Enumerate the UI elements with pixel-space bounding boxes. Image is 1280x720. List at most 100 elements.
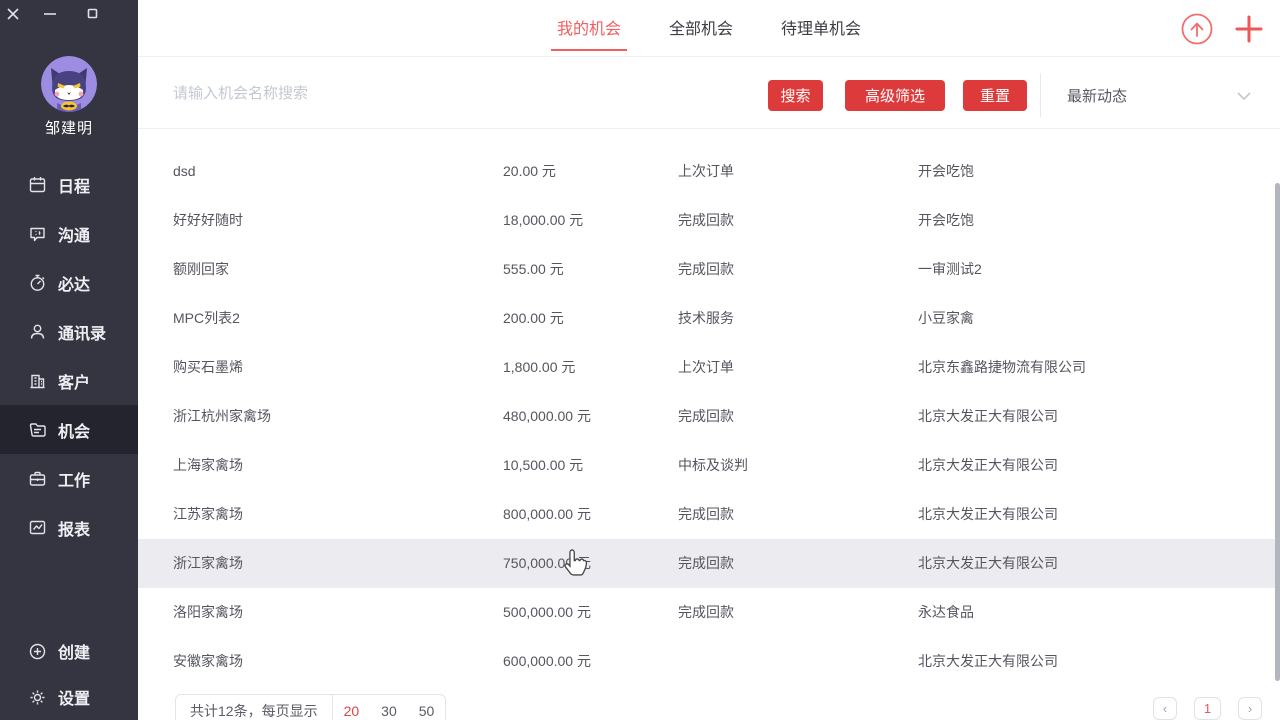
page-size-30[interactable]: 30 xyxy=(370,703,408,719)
table-row[interactable]: 江苏家禽场800,000.00 元完成回款北京大发正大有限公司 xyxy=(138,490,1280,539)
table-row[interactable]: MPC列表2200.00 元技术服务小豆家禽 xyxy=(138,294,1280,343)
pagination-bar: 共计12条，每页显示 20 30 50 ‹ 1 › xyxy=(138,690,1280,720)
sidebar-item-label: 创建 xyxy=(58,639,90,663)
opportunity-name: 上海家禽场 xyxy=(173,441,473,490)
add-icon[interactable] xyxy=(1234,14,1264,44)
opportunity-company: 北京东鑫路捷物流有限公司 xyxy=(918,343,1248,392)
table-row[interactable]: 上海家禽场10,500.00 元中标及谈判北京大发正大有限公司 xyxy=(138,441,1280,490)
sidebar-item-create[interactable]: 创建 xyxy=(0,628,138,674)
opportunity-company: 小豆家禽 xyxy=(918,294,1248,343)
table-row[interactable]: 浙江家禽场 750,000.00 元完成回款北京大发正大有限公司 xyxy=(138,539,1280,588)
opportunity-stage: 完成回款 xyxy=(678,392,878,441)
opportunity-amount: 555.00 元 xyxy=(503,245,663,294)
sidebar-item-settings[interactable]: 设置 xyxy=(0,674,138,720)
tab-pending-opportunities[interactable]: 待理单机会 xyxy=(779,15,863,43)
sidebar-item-label: 客户 xyxy=(58,369,90,393)
sidebar-item-label: 设置 xyxy=(58,685,90,709)
sidebar: 邹建明 日程 沟通 必达 xyxy=(0,0,138,720)
sidebar-item-label: 通讯录 xyxy=(58,320,106,344)
current-page-button[interactable]: 1 xyxy=(1194,697,1221,720)
close-window-icon[interactable] xyxy=(5,6,21,22)
sidebar-menu: 日程 沟通 必达 通讯录 xyxy=(0,160,138,552)
customer-building-icon xyxy=(28,371,47,390)
opportunity-name: 好好好随时 xyxy=(173,196,473,245)
opportunity-amount: 500,000.00 元 xyxy=(503,588,663,637)
opportunity-company: 北京大发正大有限公司 xyxy=(918,637,1248,686)
opportunity-name: 浙江杭州家禽场 xyxy=(173,392,473,441)
opportunity-amount: 750,000.00 元 xyxy=(503,539,663,588)
sidebar-item-schedule[interactable]: 日程 xyxy=(0,160,138,209)
search-button[interactable]: 搜索 xyxy=(768,80,823,111)
table-row[interactable]: 安徽家禽场600,000.00 元北京大发正大有限公司 xyxy=(138,637,1280,686)
opportunity-list: dsd20.00 元上次订单开会吃饱好好好随时18,000.00 元完成回款开会… xyxy=(138,147,1280,686)
sidebar-item-opportunities[interactable]: 机会 xyxy=(0,405,138,454)
opportunity-company: 北京大发正大有限公司 xyxy=(918,539,1248,588)
opportunity-name: 浙江家禽场 xyxy=(173,539,473,588)
sidebar-item-label: 机会 xyxy=(58,418,90,442)
chat-icon xyxy=(28,224,47,243)
sidebar-item-reports[interactable]: 报表 xyxy=(0,503,138,552)
tab-my-opportunities[interactable]: 我的机会 xyxy=(555,15,623,43)
opportunity-name: MPC列表2 xyxy=(173,294,473,343)
sort-dropdown[interactable]: 最新动态 xyxy=(1067,80,1252,111)
page-size-20[interactable]: 20 xyxy=(333,703,371,719)
table-row[interactable]: 浙江杭州家禽场480,000.00 元完成回款北京大发正大有限公司 xyxy=(138,392,1280,441)
table-row[interactable]: 好好好随时18,000.00 元完成回款开会吃饱 xyxy=(138,196,1280,245)
advanced-filter-button[interactable]: 高级筛选 xyxy=(845,80,945,111)
upload-circle-icon[interactable] xyxy=(1180,12,1214,46)
reset-button[interactable]: 重置 xyxy=(963,80,1027,111)
scrollbar-thumb[interactable] xyxy=(1275,183,1280,681)
opportunity-stage: 完成回款 xyxy=(678,245,878,294)
report-chart-icon xyxy=(28,518,47,537)
calendar-icon xyxy=(28,175,47,194)
minimize-window-icon[interactable] xyxy=(42,6,58,22)
pager: ‹ 1 › xyxy=(1153,697,1262,720)
sidebar-item-communication[interactable]: 沟通 xyxy=(0,209,138,258)
maximize-window-icon[interactable] xyxy=(84,6,100,22)
sort-label: 最新动态 xyxy=(1067,85,1127,106)
sidebar-item-label: 工作 xyxy=(58,467,90,491)
opportunity-folder-icon xyxy=(28,420,47,439)
next-page-button[interactable]: › xyxy=(1238,697,1262,720)
opportunity-company: 北京大发正大有限公司 xyxy=(918,490,1248,539)
opportunity-amount: 20.00 元 xyxy=(503,147,663,196)
page-size-box: 共计12条，每页显示 20 30 50 xyxy=(175,694,446,720)
opportunity-amount: 800,000.00 元 xyxy=(503,490,663,539)
table-row[interactable]: dsd20.00 元上次订单开会吃饱 xyxy=(138,147,1280,196)
opportunity-stage: 上次订单 xyxy=(678,343,878,392)
sidebar-item-contacts[interactable]: 通讯录 xyxy=(0,307,138,356)
opportunity-amount: 10,500.00 元 xyxy=(503,441,663,490)
prev-page-button[interactable]: ‹ xyxy=(1153,697,1177,720)
sidebar-footer: 创建 设置 xyxy=(0,628,138,720)
opportunity-company: 开会吃饱 xyxy=(918,196,1248,245)
page-size-50[interactable]: 50 xyxy=(408,703,446,719)
main-content: 我的机会 全部机会 待理单机会 搜索 xyxy=(138,0,1280,720)
sidebar-item-label: 日程 xyxy=(58,173,90,197)
opportunity-name: 额刚回家 xyxy=(173,245,473,294)
table-row[interactable]: 购买石墨烯1,800.00 元上次订单北京东鑫路捷物流有限公司 xyxy=(138,343,1280,392)
opportunity-stage: 技术服务 xyxy=(678,294,878,343)
opportunity-company: 北京大发正大有限公司 xyxy=(918,441,1248,490)
opportunity-stage: 完成回款 xyxy=(678,196,878,245)
avatar[interactable] xyxy=(41,56,97,112)
contacts-icon xyxy=(28,322,47,341)
opportunity-stage: 完成回款 xyxy=(678,539,878,588)
toolbar-divider xyxy=(1040,73,1041,117)
opportunity-name: 安徽家禽场 xyxy=(173,637,473,686)
tab-all-opportunities[interactable]: 全部机会 xyxy=(667,15,735,43)
window-controls xyxy=(0,0,138,26)
sidebar-item-customers[interactable]: 客户 xyxy=(0,356,138,405)
sidebar-item-bida[interactable]: 必达 xyxy=(0,258,138,307)
opportunity-amount: 480,000.00 元 xyxy=(503,392,663,441)
sidebar-item-label: 沟通 xyxy=(58,222,90,246)
table-row[interactable]: 额刚回家555.00 元完成回款一审测试2 xyxy=(138,245,1280,294)
table-row[interactable]: 洛阳家禽场500,000.00 元完成回款永达食品 xyxy=(138,588,1280,637)
opportunity-name: 购买石墨烯 xyxy=(173,343,473,392)
sidebar-item-work[interactable]: 工作 xyxy=(0,454,138,503)
search-input[interactable] xyxy=(173,73,653,113)
top-bar: 我的机会 全部机会 待理单机会 xyxy=(138,0,1280,57)
opportunity-stage: 完成回款 xyxy=(678,588,878,637)
opportunity-tabs: 我的机会 全部机会 待理单机会 xyxy=(138,0,1280,57)
record-count-summary: 共计12条，每页显示 xyxy=(176,701,332,720)
opportunity-stage: 上次订单 xyxy=(678,147,878,196)
